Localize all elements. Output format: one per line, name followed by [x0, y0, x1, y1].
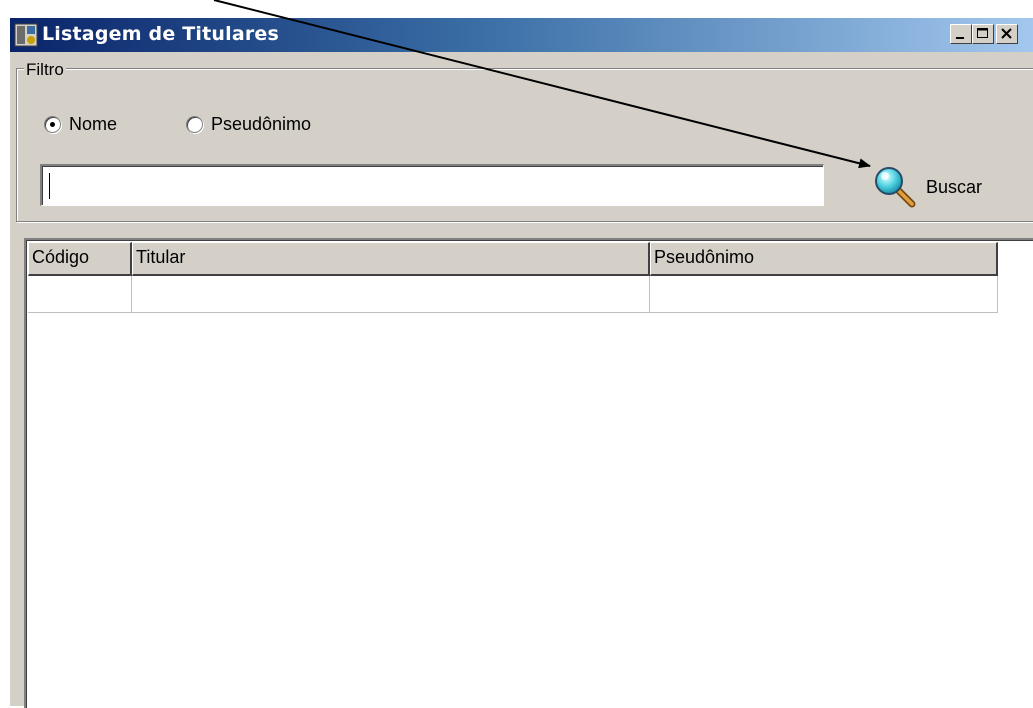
radio-pseudonimo-circle[interactable] — [186, 115, 203, 133]
cell-pseudonimo[interactable] — [650, 276, 998, 313]
app-icon — [14, 23, 38, 47]
titulares-window: Listagem de Titulares Filtro Nome Pseudô… — [8, 16, 1033, 708]
text-caret — [49, 173, 50, 199]
cell-codigo[interactable] — [28, 276, 132, 313]
title-bar[interactable]: Listagem de Titulares — [10, 18, 1033, 52]
radio-selected-dot — [50, 121, 55, 127]
search-button-label[interactable]: Buscar — [926, 177, 982, 198]
radio-nome[interactable]: Nome — [44, 112, 117, 136]
magnifier-icon — [875, 167, 916, 208]
cell-titular[interactable] — [132, 276, 650, 313]
close-button[interactable] — [996, 24, 1018, 44]
close-icon — [1001, 28, 1012, 39]
grid-header-row: Código Titular Pseudônimo — [28, 242, 998, 276]
radio-nome-label[interactable]: Nome — [69, 114, 117, 135]
search-button[interactable]: Buscar — [872, 164, 1012, 210]
table-row[interactable] — [28, 276, 998, 313]
minimize-icon — [956, 37, 964, 39]
filter-legend: Filtro — [24, 60, 66, 80]
maximize-icon — [977, 28, 988, 38]
radio-nome-circle[interactable] — [44, 115, 61, 133]
results-grid[interactable]: Código Titular Pseudônimo — [24, 238, 1033, 708]
radio-pseudonimo-label[interactable]: Pseudônimo — [211, 114, 311, 135]
maximize-button[interactable] — [972, 24, 994, 44]
minimize-button[interactable] — [950, 24, 972, 44]
column-header-titular[interactable]: Titular — [132, 242, 650, 276]
column-header-pseudonimo[interactable]: Pseudônimo — [650, 242, 998, 276]
column-header-codigo[interactable]: Código — [28, 242, 132, 276]
radio-pseudonimo[interactable]: Pseudônimo — [186, 112, 311, 136]
search-input[interactable] — [40, 164, 824, 206]
window-title: Listagem de Titulares — [42, 23, 280, 45]
